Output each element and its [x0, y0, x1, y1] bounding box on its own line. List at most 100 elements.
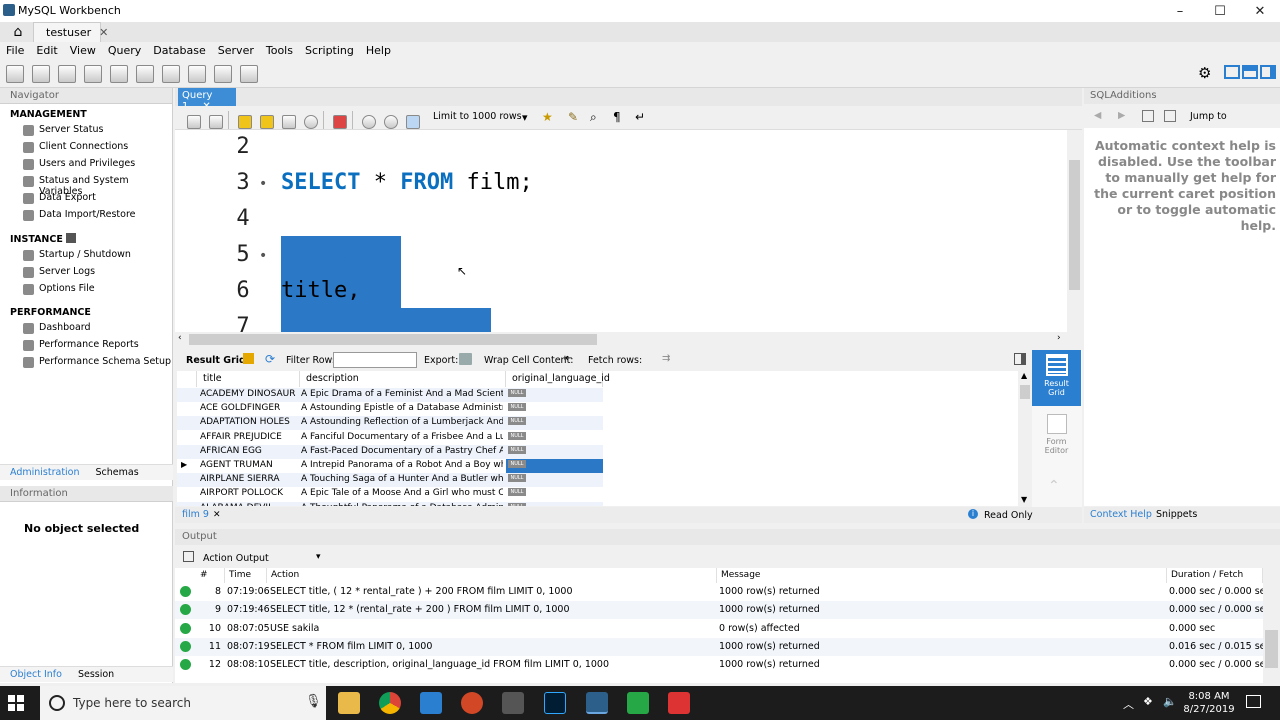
mysql-workbench-icon[interactable] — [586, 692, 608, 714]
tab-context-help[interactable]: Context Help — [1090, 509, 1152, 520]
output-row[interactable]: 12 08:08:10 SELECT title, description, ori… — [175, 656, 1263, 674]
rollback-icon[interactable] — [384, 115, 398, 129]
cell-description[interactable]: A Astounding Reflection of a Lumberjack … — [301, 417, 503, 427]
grid-scrollbar[interactable]: ▲ ▼ — [1018, 371, 1032, 506]
export-icon[interactable] — [459, 353, 472, 365]
invisible-chars-icon[interactable]: ¶ — [613, 110, 621, 124]
powerpoint-icon[interactable] — [461, 692, 483, 714]
create-schema-icon[interactable] — [84, 65, 102, 83]
notifications-icon[interactable] — [1246, 695, 1261, 708]
collapse-chevrons-icon[interactable]: ⌃ — [1048, 478, 1060, 494]
column-header-title[interactable]: title — [197, 371, 300, 387]
nav-dashboard[interactable]: Dashboard — [0, 320, 172, 337]
form-editor-button[interactable]: Form Editor — [1032, 410, 1081, 460]
cell-title[interactable]: AIRPORT POLLOCK — [200, 488, 298, 498]
menu-edit[interactable]: Edit — [30, 42, 63, 59]
menu-help[interactable]: Help — [360, 42, 397, 59]
sql-editor[interactable]: 2 3 • SELECT * FROM film; 4 5 • SELECT 6… — [175, 130, 1067, 332]
cell-description[interactable]: A Intrepid Panorama of a Robot And a Boy… — [301, 460, 503, 470]
microphone-icon[interactable]: 🎙 — [305, 694, 322, 709]
volume-icon[interactable]: 🔈 — [1163, 695, 1177, 708]
copy-output-icon[interactable] — [183, 551, 194, 562]
find-icon[interactable]: ⌕ — [590, 110, 597, 125]
output-row[interactable]: 11 08:07:19 SELECT * FROM film LIMIT 0, 10… — [175, 637, 1263, 656]
output-type-select[interactable]: Action Output — [203, 553, 269, 564]
column-header-description[interactable]: description — [300, 371, 506, 387]
output-scrollbar[interactable] — [1263, 568, 1280, 683]
nav-options-file[interactable]: Options File — [0, 281, 172, 298]
nav-users-privileges[interactable]: Users and Privileges — [0, 156, 172, 173]
table-row[interactable]: ▶ AGENT TRUMAN A Intrepid Panorama of a Ro… — [177, 459, 603, 473]
nav-data-export[interactable]: Data Export — [0, 190, 172, 207]
nav-startup-shutdown[interactable]: Startup / Shutdown — [0, 247, 172, 264]
windows-start-icon[interactable] — [8, 695, 24, 711]
table-row[interactable]: AFFAIR PREJUDICE A Fanciful Documentary o… — [177, 431, 603, 445]
scroll-left-icon[interactable]: ‹ — [178, 333, 182, 343]
menu-server[interactable]: Server — [212, 42, 260, 59]
result-grid-button[interactable]: Result Grid — [1032, 350, 1081, 406]
tab-session[interactable]: Session — [68, 667, 120, 680]
nav-client-connections[interactable]: Client Connections — [0, 139, 172, 156]
output-row[interactable]: 8 07:19:06 SELECT title, ( 12 * rental_rat… — [175, 583, 1263, 601]
maximize-icon[interactable]: ☐ — [1200, 0, 1240, 22]
save-icon[interactable] — [209, 115, 223, 129]
close-result-tab-icon[interactable]: ✕ — [213, 510, 221, 520]
close-window-icon[interactable]: ✕ — [1240, 0, 1280, 22]
toggle-result-sidebar-icon[interactable] — [1014, 353, 1026, 365]
wrap-lines-icon[interactable]: ↵ — [635, 110, 645, 124]
camtasia-icon[interactable] — [627, 692, 649, 714]
table-row[interactable]: AIRPORT POLLOCK A Epic Tale of a Moose An… — [177, 487, 603, 501]
dropbox-icon[interactable]: ❖ — [1143, 695, 1153, 708]
commit-icon[interactable] — [362, 115, 376, 129]
menu-view[interactable]: View — [64, 42, 102, 59]
camera-icon[interactable] — [502, 692, 524, 714]
tab-schemas[interactable]: Schemas — [86, 465, 145, 478]
tray-chevron-icon[interactable]: ︿ — [1123, 696, 1134, 712]
table-row[interactable]: AFRICAN EGG A Fast-Paced Documentary of a… — [177, 444, 603, 459]
result-tab-film[interactable]: film 9 — [182, 509, 209, 520]
cell-title[interactable]: AIRPLANE SIERRA — [200, 474, 298, 484]
table-row[interactable]: ACADEMY DINOSAUR A Epic Drama of a Femini… — [177, 388, 603, 402]
cell-title[interactable]: AGENT TRUMAN — [200, 460, 298, 470]
menu-file[interactable]: File — [0, 42, 30, 59]
nav-status-variables[interactable]: Status and System Variables — [0, 173, 172, 197]
home-icon[interactable]: ⌂ — [4, 22, 32, 42]
cell-title[interactable]: ACE GOLDFINGER — [200, 403, 298, 413]
toggle-output-icon[interactable] — [1242, 65, 1258, 79]
create-function-icon[interactable] — [188, 65, 206, 83]
create-table-icon[interactable] — [110, 65, 128, 83]
table-row[interactable]: ADAPTATION HOLES A Astounding Reflection … — [177, 416, 603, 431]
editor-horizontal-scrollbar[interactable]: ‹ › — [175, 332, 1067, 347]
cell-title[interactable]: AFRICAN EGG — [200, 446, 298, 456]
cell-description[interactable]: A Fanciful Documentary of a Frisbee And … — [301, 432, 503, 442]
photoshop-icon[interactable] — [544, 692, 566, 714]
visual-studio-icon[interactable] — [420, 692, 442, 714]
minimize-icon[interactable]: – — [1160, 0, 1200, 22]
column-header-original-language-id[interactable]: original_language_id — [506, 371, 610, 387]
inspector-icon[interactable] — [58, 65, 76, 83]
add-snippet-icon[interactable]: ★ — [542, 110, 553, 124]
chrome-icon[interactable] — [379, 692, 401, 714]
file-explorer-icon[interactable] — [338, 692, 360, 714]
fetch-next-icon[interactable]: ⇉ — [662, 353, 670, 364]
taskbar-clock[interactable]: 8:08 AM 8/27/2019 — [1182, 690, 1236, 716]
cell-description[interactable]: A Fast-Paced Documentary of a Pastry Che… — [301, 446, 503, 456]
execute-icon[interactable] — [238, 115, 252, 129]
nav-server-logs[interactable]: Server Logs — [0, 264, 172, 281]
cell-description[interactable]: A Thoughtful Panorama of a Database Admi… — [301, 503, 503, 506]
menu-database[interactable]: Database — [147, 42, 212, 59]
cell-title[interactable]: ALABAMA DEVIL — [200, 503, 298, 506]
table-row[interactable]: ALABAMA DEVILA Thoughtful Panorama of a … — [177, 501, 603, 506]
autocommit-icon[interactable] — [406, 115, 420, 129]
table-row[interactable]: ACE GOLDFINGER A Astounding Epistle of a … — [177, 402, 603, 416]
cell-title[interactable]: AFFAIR PREJUDICE — [200, 432, 298, 442]
back-icon[interactable]: ◀ — [1094, 110, 1101, 121]
nav-data-import[interactable]: Data Import/Restore — [0, 207, 172, 224]
table-row[interactable]: AIRPLANE SIERRA A Touching Saga of a Hunt… — [177, 473, 603, 488]
create-procedure-icon[interactable] — [162, 65, 180, 83]
editor-vertical-scrollbar[interactable] — [1067, 130, 1082, 332]
toggle-sidebar-icon[interactable] — [1224, 65, 1240, 79]
new-sql-tab-icon[interactable] — [6, 65, 24, 83]
recorder-icon[interactable] — [668, 692, 690, 714]
wrap-cell-icon[interactable]: ⇤ — [564, 353, 572, 364]
